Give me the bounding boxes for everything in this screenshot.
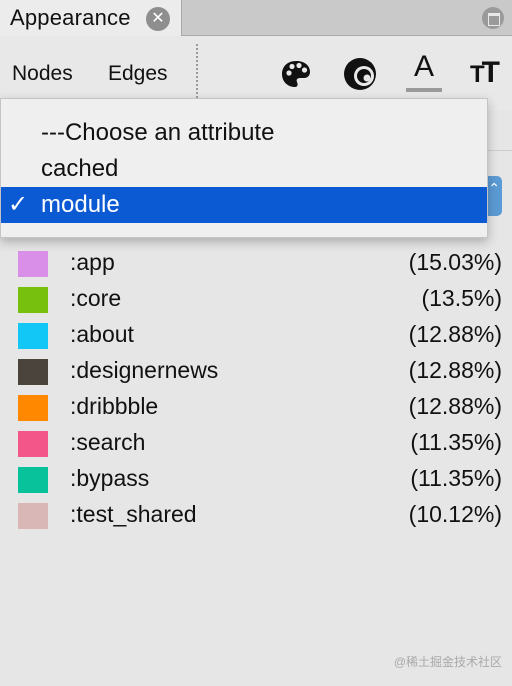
nodes-tab[interactable]: Nodes (12, 62, 73, 86)
legend-name: :about (70, 321, 134, 347)
legend-row[interactable]: :core (13.5%) (0, 282, 512, 318)
label-size-big-glyph: T (481, 56, 500, 89)
legend-percent: (13.5%) (421, 285, 502, 311)
color-swatch[interactable] (18, 431, 48, 457)
label-color-icon[interactable]: A (406, 50, 442, 92)
palette-icon[interactable] (280, 58, 312, 90)
color-swatch[interactable] (18, 467, 48, 493)
legend-percent: (12.88%) (408, 321, 502, 347)
tab-title: Appearance (10, 5, 131, 30)
legend-row[interactable]: :dribbble (12.88%) (0, 390, 512, 426)
menu-item-label: module (41, 191, 120, 218)
toolbar-divider (196, 44, 198, 102)
color-swatch[interactable] (18, 395, 48, 421)
color-swatch[interactable] (18, 251, 48, 277)
tab-appearance[interactable]: Appearance ✕ (0, 0, 182, 36)
legend-row[interactable]: :designernews (12.88%) (0, 354, 512, 390)
label-size-small-glyph: T (470, 61, 485, 88)
legend-percent: (11.35%) (410, 429, 502, 455)
size-icon[interactable] (342, 56, 378, 92)
minimize-window-icon[interactable] (482, 7, 504, 29)
legend-name: :search (70, 429, 146, 455)
legend-row[interactable]: :app (15.03%) (0, 246, 512, 282)
legend-name: :dribbble (70, 393, 159, 419)
legend-name: :bypass (70, 465, 150, 491)
menu-item-cached[interactable]: cached (1, 151, 487, 187)
legend-row[interactable]: :search (11.35%) (0, 426, 512, 462)
edges-tab[interactable]: Edges (108, 62, 168, 86)
legend-percent: (10.12%) (408, 501, 502, 527)
legend-name: :designernews (70, 357, 219, 383)
legend-row[interactable]: :about (12.88%) (0, 318, 512, 354)
legend-percent: (12.88%) (408, 393, 502, 419)
color-swatch[interactable] (18, 503, 48, 529)
tab-bar: Appearance ✕ (0, 0, 512, 36)
legend-row[interactable]: :bypass (11.35%) (0, 462, 512, 498)
legend-row[interactable]: :test_shared (10.12%) (0, 498, 512, 534)
menu-item-label: ---Choose an attribute (41, 119, 275, 146)
legend-percent: (11.35%) (410, 465, 502, 491)
menu-item-label: cached (41, 155, 119, 182)
legend-name: :test_shared (70, 501, 197, 527)
legend-name: :core (70, 285, 122, 311)
legend-name: :app (70, 249, 115, 275)
attribute-dropdown-menu: ---Choose an attribute cached ✓ module (0, 98, 488, 238)
check-icon: ✓ (8, 191, 29, 218)
legend-percent: (12.88%) (408, 357, 502, 383)
watermark: @稀土掘金技术社区 (393, 655, 502, 669)
color-swatch[interactable] (18, 359, 48, 385)
menu-item-module[interactable]: ✓ module (1, 187, 487, 223)
legend-percent: (15.03%) (408, 249, 502, 275)
label-size-icon[interactable]: TT (470, 56, 500, 90)
color-swatch[interactable] (18, 323, 48, 349)
color-swatch[interactable] (18, 287, 48, 313)
close-icon[interactable]: ✕ (146, 7, 170, 31)
menu-item-choose-attribute[interactable]: ---Choose an attribute (1, 115, 487, 151)
